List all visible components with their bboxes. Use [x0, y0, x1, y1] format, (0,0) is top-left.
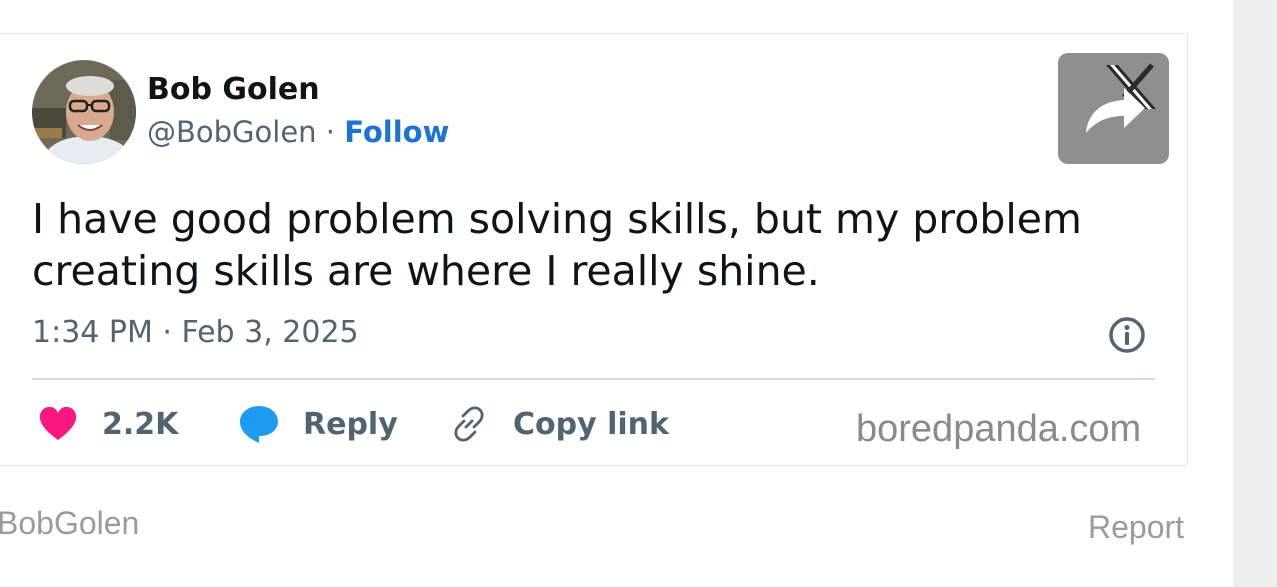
handle-separator: · — [316, 115, 345, 149]
copy-link-button[interactable]: Copy link — [450, 402, 669, 446]
reply-label: Reply — [303, 406, 398, 442]
report-link[interactable]: Report — [1088, 509, 1184, 546]
page-scroll-gutter — [1233, 0, 1277, 587]
speech-bubble-icon — [240, 406, 278, 443]
tweet-text: I have good problem solving skills, but … — [32, 195, 1082, 295]
reply-button[interactable]: Reply — [238, 402, 398, 446]
author-handle[interactable]: @BobGolen — [147, 115, 317, 149]
like-count: 2.2K — [102, 406, 179, 442]
author-handle-row: @BobGolen · Follow — [147, 115, 449, 149]
info-icon[interactable] — [1108, 316, 1146, 354]
author-name[interactable]: Bob Golen — [147, 72, 320, 107]
share-button[interactable] — [1058, 53, 1169, 164]
like-button[interactable]: 2.2K — [38, 402, 178, 446]
actions-divider — [32, 378, 1155, 380]
follow-button[interactable]: Follow — [344, 115, 449, 149]
heart-icon — [39, 406, 77, 440]
author-avatar[interactable] — [32, 60, 136, 164]
link-icon — [454, 406, 484, 442]
copy-link-label: Copy link — [513, 406, 669, 442]
tweet-timestamp[interactable]: 1:34 PM · Feb 3, 2025 — [32, 315, 359, 350]
source-watermark: boredpanda.com — [856, 408, 1142, 450]
footer-source-link[interactable]: BobGolen — [0, 505, 139, 542]
